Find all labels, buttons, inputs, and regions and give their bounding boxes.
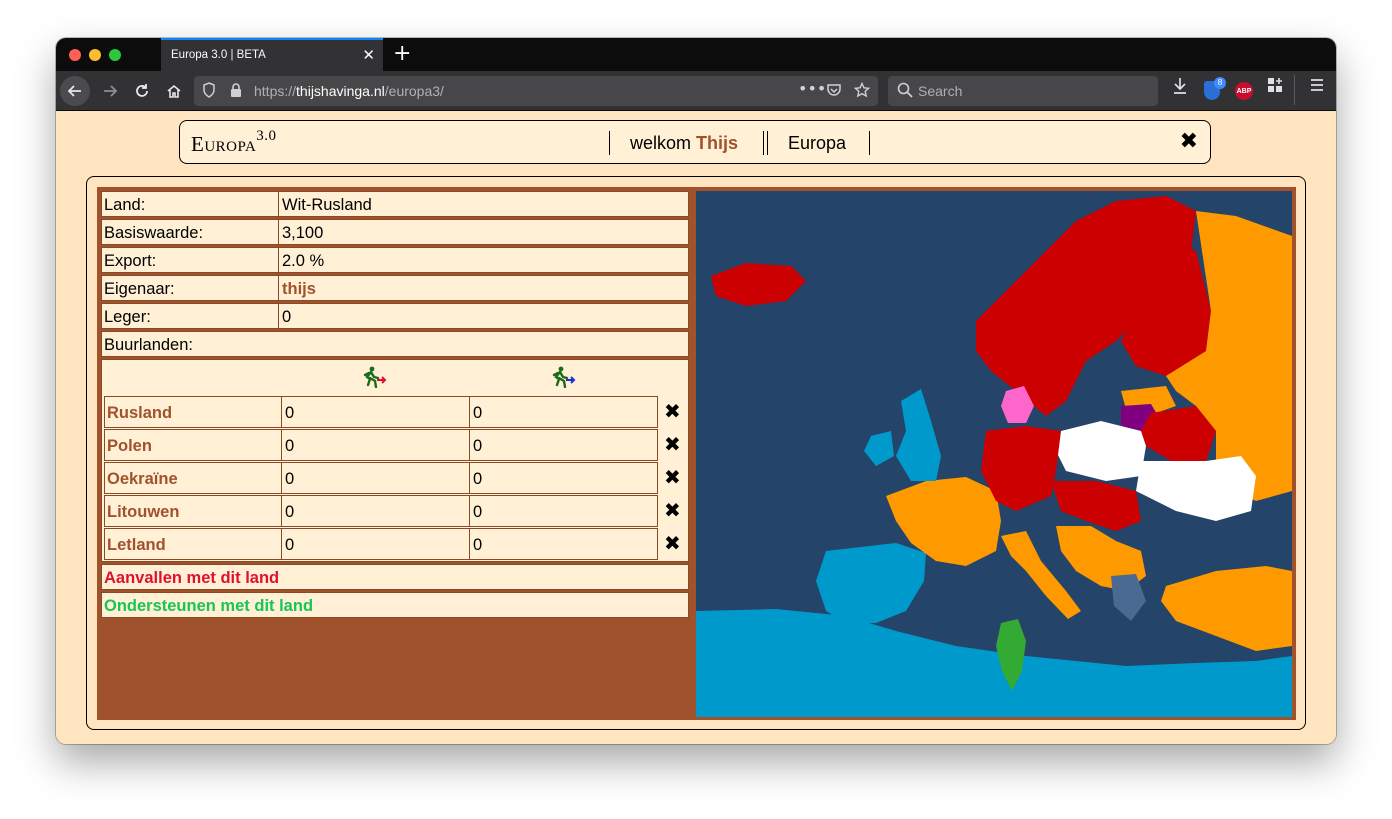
neighbor-attack-value: 0 xyxy=(285,404,295,422)
info-row-neighbors-label: Buurlanden: xyxy=(101,331,689,357)
neighbor-link[interactable]: Polen xyxy=(107,437,152,456)
home-button[interactable] xyxy=(160,77,188,105)
remove-neighbor-icon[interactable]: ✖ xyxy=(664,531,681,555)
game-logo[interactable]: Europa3.0 xyxy=(191,128,277,157)
forward-button[interactable] xyxy=(96,77,124,105)
info-row-land: Land: Wit-Rusland xyxy=(101,191,689,217)
close-icon[interactable]: ✖ xyxy=(1180,129,1198,154)
owner-link[interactable]: thijs xyxy=(282,280,316,299)
neighbor-support-value: 0 xyxy=(473,536,483,554)
url-text: https://thijshavinga.nl/europa3/ xyxy=(254,83,444,99)
back-button[interactable] xyxy=(60,76,90,106)
reload-button[interactable] xyxy=(128,77,156,105)
url-bar[interactable]: https://thijshavinga.nl/europa3/ ••• xyxy=(194,76,878,106)
header-divider xyxy=(609,131,610,155)
neighbor-link[interactable]: Oekraïne xyxy=(107,470,178,489)
welcome-text: welkom Thijs xyxy=(630,133,739,153)
shield-icon[interactable] xyxy=(202,82,216,102)
remove-neighbor-icon[interactable]: ✖ xyxy=(664,465,681,489)
neighbor-row: Litouwen 0 0 xyxy=(104,495,658,527)
remove-neighbor-icon[interactable]: ✖ xyxy=(664,498,681,522)
page-content: Europa3.0 welkom Thijs Europa ✖ Land: Wi… xyxy=(56,111,1336,744)
header-divider xyxy=(763,131,764,155)
info-row-export: Export: 2.0 % xyxy=(101,247,689,273)
game-main: Land: Wit-Rusland Basiswaarde: 3,100 Exp… xyxy=(86,176,1306,730)
support-button[interactable]: Ondersteunen met dit land xyxy=(101,592,689,618)
header-divider xyxy=(767,131,768,155)
game-header: Europa3.0 welkom Thijs Europa ✖ xyxy=(179,120,1211,164)
neighbor-attack-value: 0 xyxy=(285,437,295,455)
neighbor-support-value: 0 xyxy=(473,437,483,455)
home-icon xyxy=(167,84,181,98)
remove-neighbor-icon[interactable]: ✖ xyxy=(664,432,681,456)
neighbor-attack-value: 0 xyxy=(285,536,295,554)
country-info: Land: Wit-Rusland Basiswaarde: 3,100 Exp… xyxy=(101,191,689,620)
support-runner-icon xyxy=(549,366,577,393)
base-value: 3,100 xyxy=(282,224,324,242)
neighbor-attack-value: 0 xyxy=(285,503,295,521)
map-name[interactable]: Europa xyxy=(788,133,846,154)
info-row-army: Leger: 0 xyxy=(101,303,689,329)
info-row-base-value: Basiswaarde: 3,100 xyxy=(101,219,689,245)
username[interactable]: Thijs xyxy=(696,133,738,153)
adblock-plus-icon[interactable]: ABP xyxy=(1235,82,1253,100)
neighbor-attack-value: 0 xyxy=(285,470,295,488)
tab-bar: Europa 3.0 | BETA ✕ + xyxy=(56,38,1336,71)
maximize-window-button[interactable] xyxy=(109,49,121,61)
pocket-icon[interactable] xyxy=(826,82,842,102)
neighbor-support-value: 0 xyxy=(473,470,483,488)
export-value: 2.0 % xyxy=(282,252,325,270)
more-actions-icon[interactable]: ••• xyxy=(798,79,826,98)
neighbor-link[interactable]: Litouwen xyxy=(107,503,179,522)
search-icon xyxy=(897,82,913,102)
navigation-bar: https://thijshavinga.nl/europa3/ ••• Sea… xyxy=(56,71,1336,111)
browser-window: Europa 3.0 | BETA ✕ + https://thijshavin… xyxy=(56,38,1336,744)
neighbor-support-value: 0 xyxy=(473,503,483,521)
neighbor-row: Rusland 0 0 xyxy=(104,396,658,428)
neighbor-row: Polen 0 0 xyxy=(104,429,658,461)
country-name: Wit-Rusland xyxy=(282,196,372,214)
bookmark-star-icon[interactable] xyxy=(853,81,871,102)
arrow-left-icon xyxy=(67,85,81,97)
extensions-grid-icon[interactable] xyxy=(1267,77,1283,97)
arrow-right-icon xyxy=(104,85,118,97)
attack-runner-icon xyxy=(360,366,388,393)
new-tab-icon[interactable]: + xyxy=(393,41,411,66)
close-window-button[interactable] xyxy=(69,49,81,61)
attack-button[interactable]: Aanvallen met dit land xyxy=(101,564,689,590)
neighbor-link[interactable]: Rusland xyxy=(107,404,172,423)
neighbor-link[interactable]: Letland xyxy=(107,536,166,555)
tab-close-icon[interactable]: ✕ xyxy=(362,46,375,64)
download-icon[interactable] xyxy=(1172,77,1188,99)
reload-icon xyxy=(136,84,148,97)
neighbor-row: Letland 0 0 xyxy=(104,528,658,560)
country-panel: Land: Wit-Rusland Basiswaarde: 3,100 Exp… xyxy=(97,187,1296,720)
search-bar[interactable]: Search xyxy=(888,76,1158,106)
neighbor-row: Oekraïne 0 0 xyxy=(104,462,658,494)
tab-europa[interactable]: Europa 3.0 | BETA ✕ xyxy=(161,38,383,71)
neighbors-table: Rusland 0 0 ✖ Polen 0 0 ✖ Oekraïne 0 0 ✖… xyxy=(101,359,689,562)
lock-icon[interactable] xyxy=(230,82,242,102)
search-placeholder: Search xyxy=(918,83,963,99)
ublock-badge: 8 xyxy=(1214,77,1226,89)
neighbor-support-value: 0 xyxy=(473,404,483,422)
remove-neighbor-icon[interactable]: ✖ xyxy=(664,399,681,423)
minimize-window-button[interactable] xyxy=(89,49,101,61)
tab-title: Europa 3.0 | BETA xyxy=(171,49,266,61)
header-divider xyxy=(869,131,870,155)
hamburger-menu-icon[interactable] xyxy=(1309,77,1325,97)
europe-map[interactable] xyxy=(696,191,1292,717)
info-row-owner: Eigenaar: thijs xyxy=(101,275,689,301)
toolbar-divider xyxy=(1294,75,1295,105)
army-value: 0 xyxy=(282,308,292,326)
